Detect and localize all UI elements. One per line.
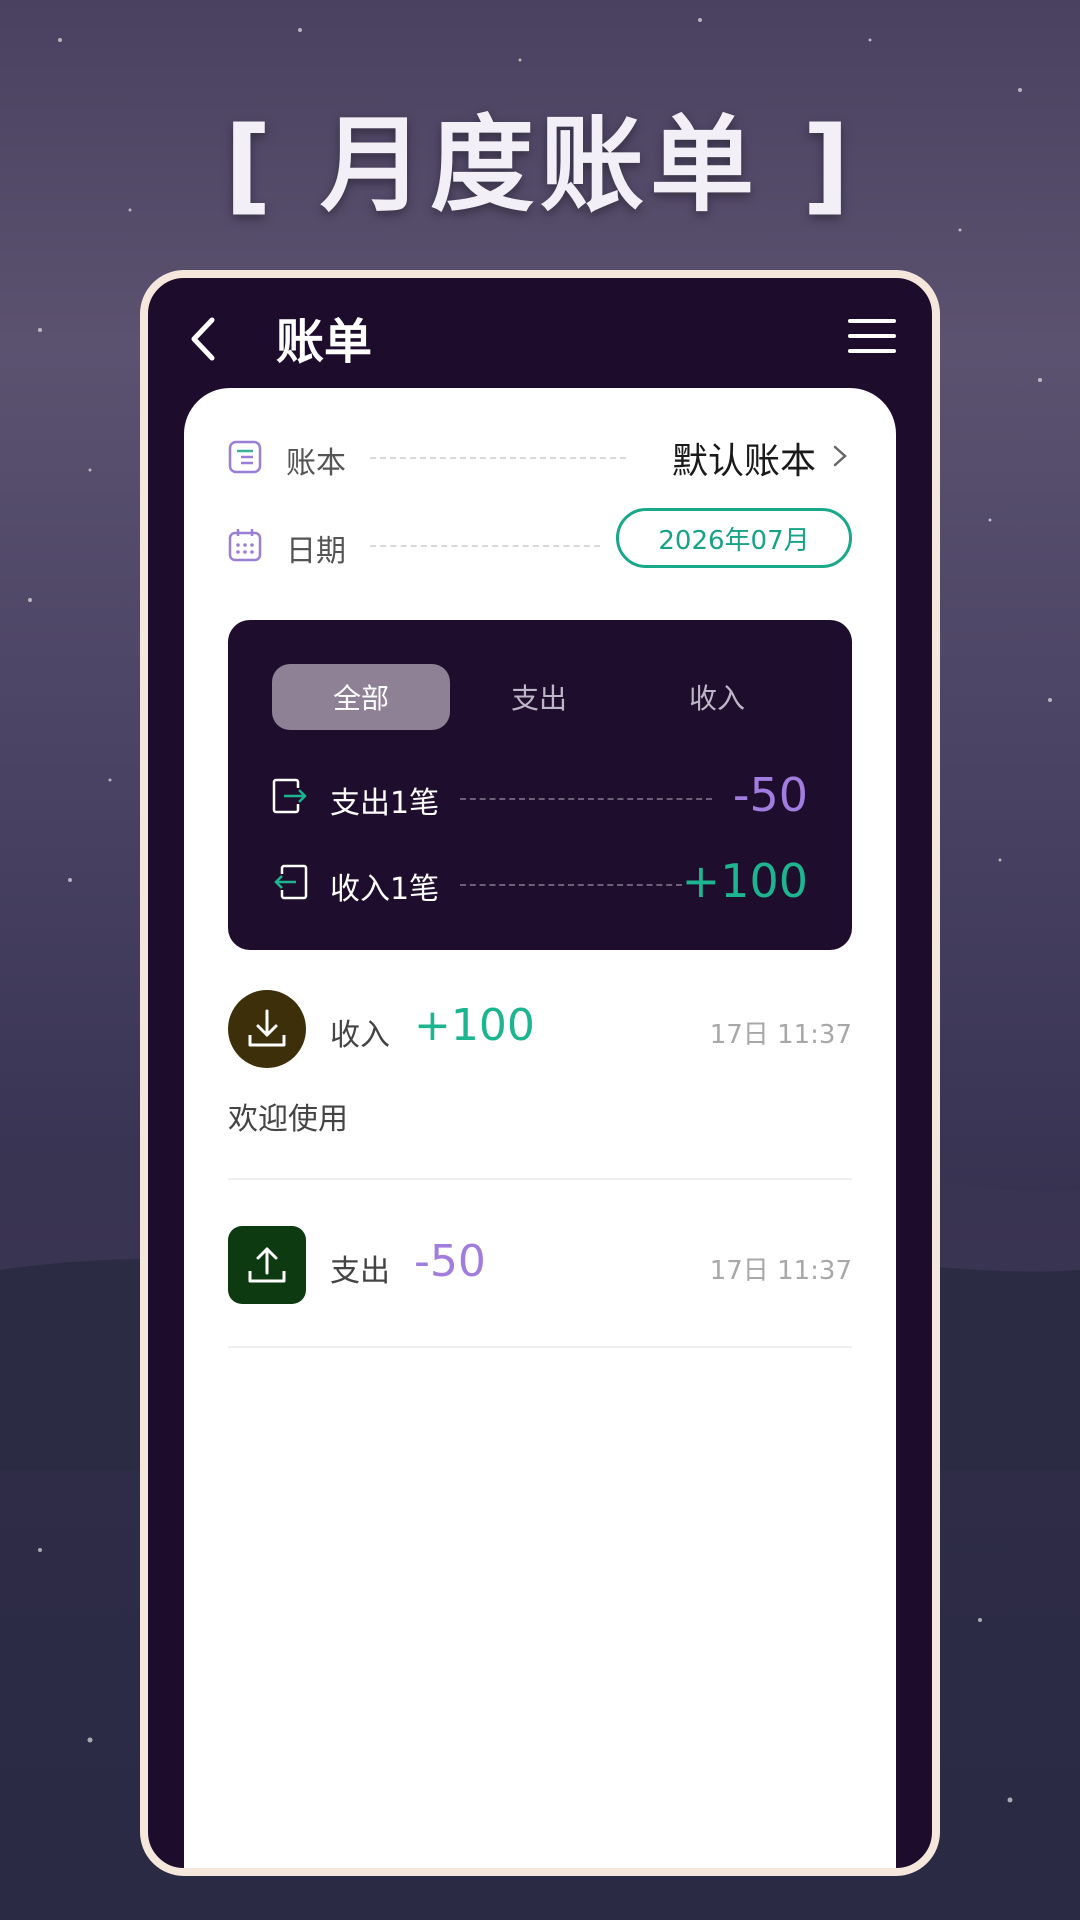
phone-frame: 账单 账本 默认账本 日期 2026年07月 全部 支出 收入 支出1笔 -50… — [140, 270, 940, 1876]
summary-expense-amount: -50 — [732, 768, 808, 822]
bar-title: 账单 — [276, 314, 373, 370]
transaction-type: 收入 — [330, 1018, 390, 1053]
summary-expense-row: 支出1笔 -50 — [272, 768, 808, 828]
summary-panel: 全部 支出 收入 支出1笔 -50 收入1笔 +100 — [228, 620, 852, 950]
transaction-type: 支出 — [330, 1254, 390, 1289]
divider-dashed — [460, 884, 682, 886]
list-icon — [228, 440, 262, 474]
divider — [228, 1346, 852, 1348]
summary-expense-label: 支出1笔 — [330, 786, 440, 821]
menu-icon[interactable] — [848, 316, 896, 356]
tab-income[interactable]: 收入 — [628, 664, 806, 730]
book-row[interactable]: 账本 默认账本 — [228, 426, 852, 486]
page-title: [ 月度账单 ] — [224, 104, 856, 226]
transaction-item[interactable]: 支出 -50 17日 11:37 — [228, 1226, 852, 1346]
summary-income-row: 收入1笔 +100 — [272, 854, 808, 914]
back-arrow-icon[interactable] — [184, 314, 224, 364]
date-label: 日期 — [286, 534, 346, 569]
date-row: 日期 2026年07月 — [228, 508, 852, 574]
download-icon — [228, 990, 306, 1068]
transaction-item[interactable]: 收入 +100 17日 11:37 欢迎使用 — [228, 990, 852, 1170]
summary-income-label: 收入1笔 — [330, 872, 440, 907]
tab-expense[interactable]: 支出 — [450, 664, 628, 730]
divider-dashed — [370, 545, 600, 547]
divider-dashed — [460, 798, 712, 800]
content-card: 账本 默认账本 日期 2026年07月 全部 支出 收入 支出1笔 -50 收入… — [184, 388, 896, 1868]
chevron-right-icon[interactable] — [832, 444, 848, 468]
transaction-note: 欢迎使用 — [228, 1102, 348, 1137]
upload-icon — [228, 1226, 306, 1304]
income-in-icon — [274, 864, 308, 900]
calendar-icon — [228, 529, 262, 562]
book-label: 账本 — [286, 446, 346, 481]
divider-dashed — [370, 457, 626, 459]
transaction-amount: -50 — [414, 1236, 486, 1287]
transaction-time: 17日 11:37 — [709, 1020, 852, 1050]
divider — [228, 1178, 852, 1180]
date-picker-button[interactable]: 2026年07月 — [616, 508, 852, 568]
expense-out-icon — [272, 778, 307, 814]
transaction-amount: +100 — [414, 1000, 535, 1051]
filter-tabs: 全部 支出 收入 — [272, 664, 812, 730]
transaction-time: 17日 11:37 — [709, 1256, 852, 1286]
summary-income-amount: +100 — [681, 854, 808, 908]
top-bar: 账单 — [148, 278, 932, 398]
book-value[interactable]: 默认账本 — [672, 432, 816, 484]
tab-all[interactable]: 全部 — [272, 664, 450, 730]
